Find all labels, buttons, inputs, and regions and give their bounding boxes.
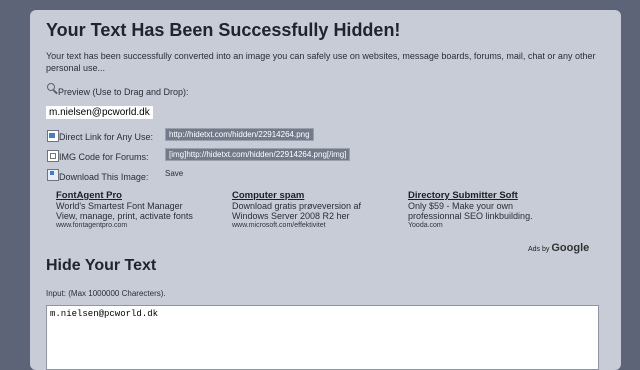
magnifier-icon: [47, 83, 55, 91]
input-label: Input: (Max 1000000 Charecters).: [46, 289, 166, 298]
ad-title[interactable]: FontAgent Pro: [56, 191, 236, 201]
document-icon: [47, 130, 59, 142]
download-label: Download This Image:: [59, 172, 149, 182]
img-code-label: IMG Code for Forums:: [59, 152, 149, 162]
ad-line: professionnal SEO linkbuilding.: [408, 211, 533, 221]
intro-text: Your text has been successfully converte…: [46, 51, 596, 73]
image-document-icon: [47, 150, 59, 162]
ad-fontagent[interactable]: FontAgent Pro World's Smartest Font Mana…: [56, 191, 236, 231]
img-code-field[interactable]: [img]http://hidetxt.com/hidden/22914264.…: [165, 148, 351, 161]
ad-line: Windows Server 2008 R2 her: [232, 211, 350, 221]
ad-url[interactable]: www.microsoft.com/effektivitet: [232, 221, 412, 231]
save-link[interactable]: Save: [165, 169, 183, 178]
direct-link-field[interactable]: http://hidetxt.com/hidden/22914264.png: [165, 128, 314, 141]
preview-label: Preview (Use to Drag and Drop):: [58, 87, 189, 97]
ad-title[interactable]: Directory Submitter Soft: [408, 191, 588, 201]
ad-url[interactable]: www.fontagentpro.com: [56, 221, 236, 231]
direct-link-label: Direct Link for Any Use:: [59, 132, 154, 142]
ad-title[interactable]: Computer spam: [232, 191, 412, 201]
ad-line: View, manage, print, activate fonts: [56, 211, 193, 221]
result-panel: Your Text Has Been Successfully Hidden! …: [30, 10, 621, 370]
ad-computer-spam[interactable]: Computer spam Download gratis prøveversi…: [232, 191, 412, 231]
save-icon: [47, 169, 59, 181]
google-logo: Google: [551, 242, 590, 254]
ad-line: World's Smartest Font Manager: [56, 201, 183, 211]
ad-directory-submitter[interactable]: Directory Submitter Soft Only $59 - Make…: [408, 191, 588, 231]
ad-line: Download gratis prøveversion af: [232, 201, 362, 211]
page-title: Your Text Has Been Successfully Hidden!: [46, 20, 401, 40]
text-input[interactable]: m.nielsen@pcworld.dk: [46, 305, 599, 370]
preview-image[interactable]: m.nielsen@pcworld.dk: [46, 106, 153, 119]
ads-by-label: Ads by: [528, 246, 550, 253]
ad-line: Only $59 - Make your own: [408, 201, 514, 211]
ads-by-google[interactable]: Ads by Google: [528, 242, 589, 254]
hide-heading: Hide Your Text: [46, 257, 157, 274]
ad-url[interactable]: Yooda.com: [408, 221, 588, 231]
